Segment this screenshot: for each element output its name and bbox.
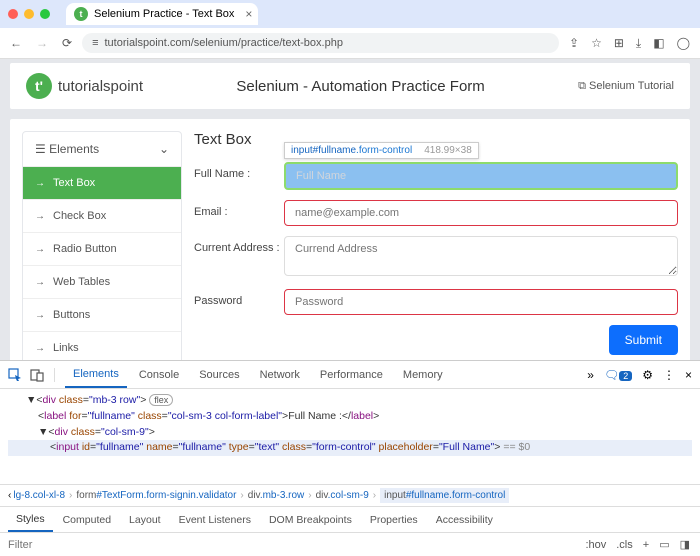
browser-tab[interactable]: t Selenium Practice - Text Box × (66, 3, 258, 25)
styles-tab-layout[interactable]: Layout (121, 509, 169, 531)
dom-breadcrumb[interactable]: ‹ lg-8.col-xl-8 › form#TextForm.form-sig… (0, 484, 700, 506)
devtools-tab-elements[interactable]: Elements (65, 362, 127, 388)
close-tab-icon[interactable]: × (245, 7, 252, 21)
devtools-tab-performance[interactable]: Performance (312, 363, 391, 387)
devtools-tab-console[interactable]: Console (131, 363, 187, 387)
reload-icon[interactable]: ⟳ (62, 36, 72, 50)
bookmark-icon[interactable]: ☆ (591, 36, 602, 51)
device-toolbar-icon[interactable] (30, 368, 44, 382)
styles-filter-input[interactable] (0, 535, 575, 555)
page-title: Selenium - Automation Practice Form (236, 78, 484, 95)
arrow-right-icon: → (35, 244, 45, 255)
sidebar-heading[interactable]: ☰ Elements ⌄ (23, 132, 181, 167)
form-panel: Text Box Full Name : input#fullname.form… (194, 131, 678, 399)
fullname-input[interactable]: Full Name (284, 162, 678, 190)
address-label: Current Address : (194, 236, 284, 254)
sidebar-item-webtables[interactable]: →Web Tables (23, 266, 181, 299)
styles-tab-computed[interactable]: Computed (55, 509, 119, 531)
chevron-down-icon: ⌄ (159, 142, 169, 156)
devtools-panel: Elements Console Sources Network Perform… (0, 360, 700, 556)
more-menu-icon[interactable]: ⋮ (663, 368, 675, 382)
settings-icon[interactable]: ⚙ (642, 368, 653, 382)
dom-tree[interactable]: ▼<div class="mb-3 row"> flex <label for=… (0, 389, 700, 484)
inspect-element-icon[interactable] (8, 368, 22, 382)
panel-icon[interactable]: ◧ (653, 36, 664, 51)
tab-title: Selenium Practice - Text Box (94, 8, 234, 20)
inspector-tooltip: input#fullname.form-control 418.99×38 (284, 142, 479, 159)
styles-tab-accessibility[interactable]: Accessibility (428, 509, 501, 531)
maximize-window-icon[interactable] (40, 9, 50, 19)
share-icon[interactable]: ⇪ (569, 36, 579, 51)
computed-styles-icon[interactable]: ▭ (659, 538, 669, 551)
errors-badge[interactable]: 🗨2 (604, 368, 632, 382)
more-tabs-icon[interactable]: » (587, 368, 594, 382)
arrow-right-icon: → (35, 310, 45, 321)
sidebar-item-checkbox[interactable]: →Check Box (23, 200, 181, 233)
arrow-right-icon: → (35, 277, 45, 288)
logo-text: tutorialspoint (58, 78, 143, 95)
password-label: Password (194, 289, 284, 307)
breadcrumb-item[interactable]: div.col-sm-9 (316, 490, 369, 501)
external-link-icon: ⧉ (578, 80, 589, 92)
email-label: Email : (194, 200, 284, 218)
window-controls[interactable] (8, 9, 50, 19)
close-devtools-icon[interactable]: × (685, 368, 692, 382)
breadcrumb-item-active[interactable]: input#fullname.form-control (380, 488, 509, 503)
logo-icon: t' (26, 73, 52, 99)
breadcrumb-item[interactable]: form#TextForm.form-signin.validator (76, 490, 236, 501)
hov-toggle[interactable]: :hov (585, 539, 606, 551)
email-input[interactable] (284, 200, 678, 226)
profile-icon[interactable]: ◯ (677, 36, 690, 51)
styles-tab-breakpoints[interactable]: DOM Breakpoints (261, 509, 360, 531)
sidebar-item-buttons[interactable]: →Buttons (23, 299, 181, 332)
tab-favicon-icon: t (74, 7, 88, 21)
submit-button[interactable]: Submit (609, 325, 678, 355)
toggle-sidebar-icon[interactable]: ◨ (680, 538, 690, 551)
forward-icon[interactable]: → (36, 36, 48, 50)
sidebar: ☰ Elements ⌄ →Text Box →Check Box →Radio… (22, 131, 182, 399)
new-rule-icon[interactable]: + (643, 539, 649, 551)
close-window-icon[interactable] (8, 9, 18, 19)
address-bar[interactable]: ≡ tutorialspoint.com/selenium/practice/t… (82, 33, 559, 53)
site-info-icon[interactable]: ≡ (92, 37, 98, 49)
fullname-label: Full Name : (194, 162, 284, 180)
address-textarea[interactable] (284, 236, 678, 276)
arrow-right-icon: → (35, 178, 45, 189)
back-icon[interactable]: ← (10, 36, 22, 50)
breadcrumb-item[interactable]: div.mb-3.row (248, 490, 305, 501)
styles-tab-styles[interactable]: Styles (8, 508, 53, 532)
extensions-icon[interactable]: ⊞ (614, 36, 624, 51)
sidebar-item-textbox[interactable]: →Text Box (23, 167, 181, 200)
devtools-tab-sources[interactable]: Sources (191, 363, 247, 387)
minimize-window-icon[interactable] (24, 9, 34, 19)
arrow-right-icon: → (35, 343, 45, 354)
breadcrumb-item[interactable]: lg-8.col-xl-8 (13, 490, 65, 501)
devtools-tab-memory[interactable]: Memory (395, 363, 451, 387)
page-header: t' tutorialspoint Selenium - Automation … (10, 63, 690, 109)
password-input[interactable] (284, 289, 678, 315)
breadcrumb-prev-icon[interactable]: ‹ (8, 490, 11, 501)
arrow-right-icon: → (35, 211, 45, 222)
sidebar-item-radio[interactable]: →Radio Button (23, 233, 181, 266)
url-text: tutorialspoint.com/selenium/practice/tex… (104, 37, 342, 49)
tutorial-link[interactable]: ⧉ Selenium Tutorial (578, 80, 674, 93)
styles-tab-listeners[interactable]: Event Listeners (171, 509, 259, 531)
styles-tab-properties[interactable]: Properties (362, 509, 426, 531)
devtools-tab-network[interactable]: Network (252, 363, 308, 387)
download-icon[interactable]: ⤓ (636, 36, 641, 51)
cls-toggle[interactable]: .cls (616, 539, 633, 551)
